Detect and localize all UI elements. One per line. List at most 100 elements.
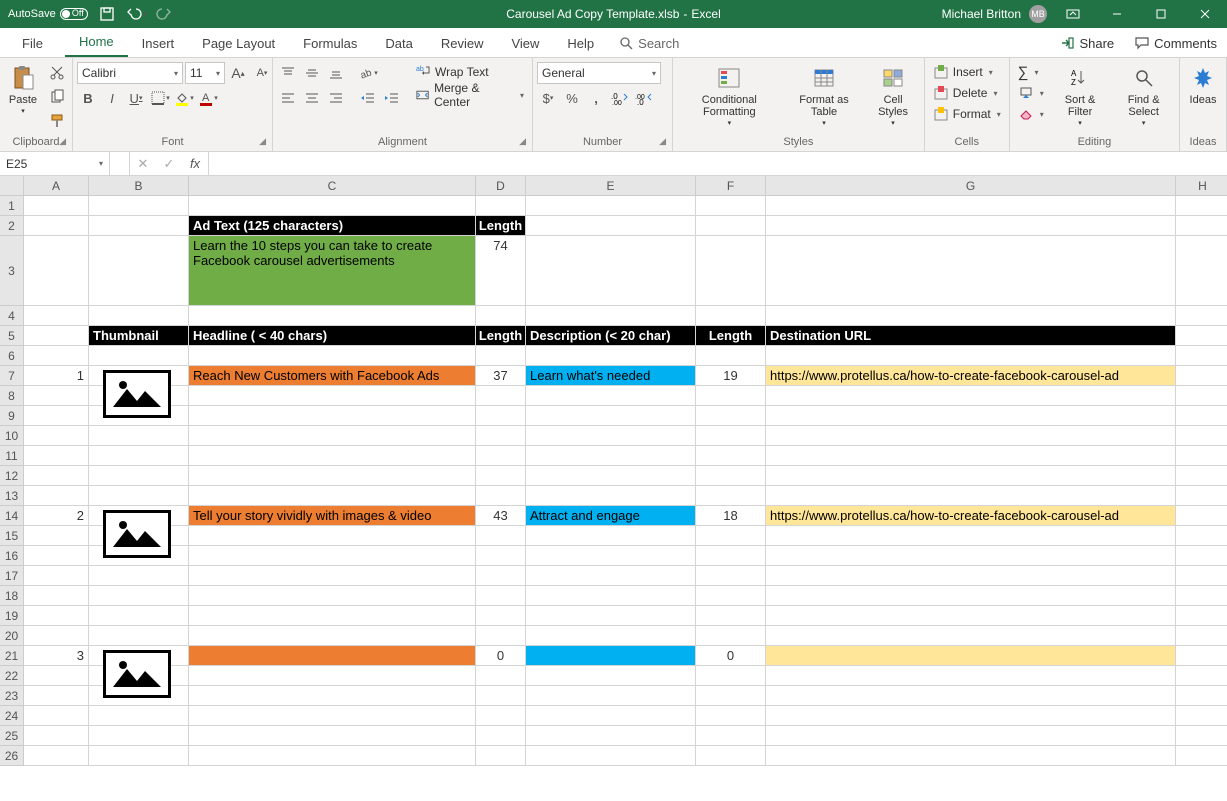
decrease-font-icon[interactable]: A▾ bbox=[251, 62, 273, 84]
cell-C16[interactable] bbox=[189, 546, 476, 566]
copy-icon[interactable] bbox=[46, 86, 68, 108]
cell-B4[interactable] bbox=[89, 306, 189, 326]
spreadsheet-grid[interactable]: ABCDEFGH12Ad Text (125 characters)Length… bbox=[0, 176, 1227, 766]
minimize-icon[interactable] bbox=[1099, 0, 1135, 28]
comma-format-icon[interactable]: , bbox=[585, 87, 607, 109]
cell-C1[interactable] bbox=[189, 196, 476, 216]
clipboard-launcher-icon[interactable]: ◢ bbox=[59, 136, 66, 147]
tab-review[interactable]: Review bbox=[427, 30, 498, 57]
cell-E11[interactable] bbox=[526, 446, 696, 466]
cell-F24[interactable] bbox=[696, 706, 766, 726]
cell-F26[interactable] bbox=[696, 746, 766, 766]
conditional-formatting-button[interactable]: Conditional Formatting▾ bbox=[677, 62, 782, 130]
cell-D14[interactable]: 43 bbox=[476, 506, 526, 526]
cell-A14[interactable]: 2 bbox=[24, 506, 89, 526]
italic-icon[interactable]: I bbox=[101, 87, 123, 109]
row-header-15[interactable]: 15 bbox=[0, 526, 24, 546]
cell-H15[interactable] bbox=[1176, 526, 1227, 546]
row-header-26[interactable]: 26 bbox=[0, 746, 24, 766]
cell-D15[interactable] bbox=[476, 526, 526, 546]
cell-B3[interactable] bbox=[89, 236, 189, 306]
merge-center-button[interactable]: Merge & Center▾ bbox=[411, 85, 528, 105]
cell-E4[interactable] bbox=[526, 306, 696, 326]
cell-D17[interactable] bbox=[476, 566, 526, 586]
cell-E20[interactable] bbox=[526, 626, 696, 646]
cell-A17[interactable] bbox=[24, 566, 89, 586]
cell-C3[interactable]: Learn the 10 steps you can take to creat… bbox=[189, 236, 476, 306]
cell-G8[interactable] bbox=[766, 386, 1176, 406]
cell-H1[interactable] bbox=[1176, 196, 1227, 216]
cell-H2[interactable] bbox=[1176, 216, 1227, 236]
cell-A20[interactable] bbox=[24, 626, 89, 646]
row-header-11[interactable]: 11 bbox=[0, 446, 24, 466]
name-box[interactable]: E25▾ bbox=[0, 152, 110, 175]
cell-B6[interactable] bbox=[89, 346, 189, 366]
row-header-23[interactable]: 23 bbox=[0, 686, 24, 706]
cell-G12[interactable] bbox=[766, 466, 1176, 486]
increase-decimal-icon[interactable]: .0.00 bbox=[609, 87, 631, 109]
cell-F14[interactable]: 18 bbox=[696, 506, 766, 526]
cell-A15[interactable] bbox=[24, 526, 89, 546]
cell-A24[interactable] bbox=[24, 706, 89, 726]
orientation-icon[interactable]: ab▾ bbox=[357, 62, 379, 84]
cell-H3[interactable] bbox=[1176, 236, 1227, 306]
format-as-table-button[interactable]: Format as Table▾ bbox=[786, 62, 863, 130]
cell-A21[interactable]: 3 bbox=[24, 646, 89, 666]
tab-help[interactable]: Help bbox=[553, 30, 608, 57]
paste-button[interactable]: Paste ▾ bbox=[4, 62, 42, 118]
col-header-B[interactable]: B bbox=[89, 176, 189, 196]
cell-E2[interactable] bbox=[526, 216, 696, 236]
row-header-18[interactable]: 18 bbox=[0, 586, 24, 606]
cell-F1[interactable] bbox=[696, 196, 766, 216]
cell-A19[interactable] bbox=[24, 606, 89, 626]
cell-E1[interactable] bbox=[526, 196, 696, 216]
align-center-icon[interactable] bbox=[301, 87, 323, 109]
align-bottom-icon[interactable] bbox=[325, 62, 347, 84]
decrease-indent-icon[interactable] bbox=[357, 87, 379, 109]
number-launcher-icon[interactable]: ◢ bbox=[659, 136, 666, 147]
cell-C9[interactable] bbox=[189, 406, 476, 426]
cell-D19[interactable] bbox=[476, 606, 526, 626]
row-header-8[interactable]: 8 bbox=[0, 386, 24, 406]
cell-H4[interactable] bbox=[1176, 306, 1227, 326]
cell-H21[interactable] bbox=[1176, 646, 1227, 666]
delete-cells-button[interactable]: Delete▾ bbox=[929, 83, 1005, 103]
cell-G5[interactable]: Destination URL bbox=[766, 326, 1176, 346]
cell-D24[interactable] bbox=[476, 706, 526, 726]
cell-E26[interactable] bbox=[526, 746, 696, 766]
cell-H9[interactable] bbox=[1176, 406, 1227, 426]
cell-H14[interactable] bbox=[1176, 506, 1227, 526]
cell-B26[interactable] bbox=[89, 746, 189, 766]
cell-D22[interactable] bbox=[476, 666, 526, 686]
row-header-13[interactable]: 13 bbox=[0, 486, 24, 506]
row-header-24[interactable]: 24 bbox=[0, 706, 24, 726]
cell-G17[interactable] bbox=[766, 566, 1176, 586]
cell-D23[interactable] bbox=[476, 686, 526, 706]
increase-font-icon[interactable]: A▴ bbox=[227, 62, 249, 84]
cell-C13[interactable] bbox=[189, 486, 476, 506]
cell-C26[interactable] bbox=[189, 746, 476, 766]
cell-F15[interactable] bbox=[696, 526, 766, 546]
cell-F17[interactable] bbox=[696, 566, 766, 586]
col-header-C[interactable]: C bbox=[189, 176, 476, 196]
cell-F6[interactable] bbox=[696, 346, 766, 366]
cell-H13[interactable] bbox=[1176, 486, 1227, 506]
cell-F16[interactable] bbox=[696, 546, 766, 566]
cell-C15[interactable] bbox=[189, 526, 476, 546]
tab-view[interactable]: View bbox=[497, 30, 553, 57]
cell-C11[interactable] bbox=[189, 446, 476, 466]
cell-E12[interactable] bbox=[526, 466, 696, 486]
insert-cells-button[interactable]: Insert▾ bbox=[929, 62, 1005, 82]
cell-D26[interactable] bbox=[476, 746, 526, 766]
cell-D7[interactable]: 37 bbox=[476, 366, 526, 386]
cell-D12[interactable] bbox=[476, 466, 526, 486]
cell-E13[interactable] bbox=[526, 486, 696, 506]
cell-D6[interactable] bbox=[476, 346, 526, 366]
cell-C24[interactable] bbox=[189, 706, 476, 726]
cell-A12[interactable] bbox=[24, 466, 89, 486]
cell-B5[interactable]: Thumbnail bbox=[89, 326, 189, 346]
cell-E3[interactable] bbox=[526, 236, 696, 306]
cell-D18[interactable] bbox=[476, 586, 526, 606]
cell-G20[interactable] bbox=[766, 626, 1176, 646]
cell-G18[interactable] bbox=[766, 586, 1176, 606]
